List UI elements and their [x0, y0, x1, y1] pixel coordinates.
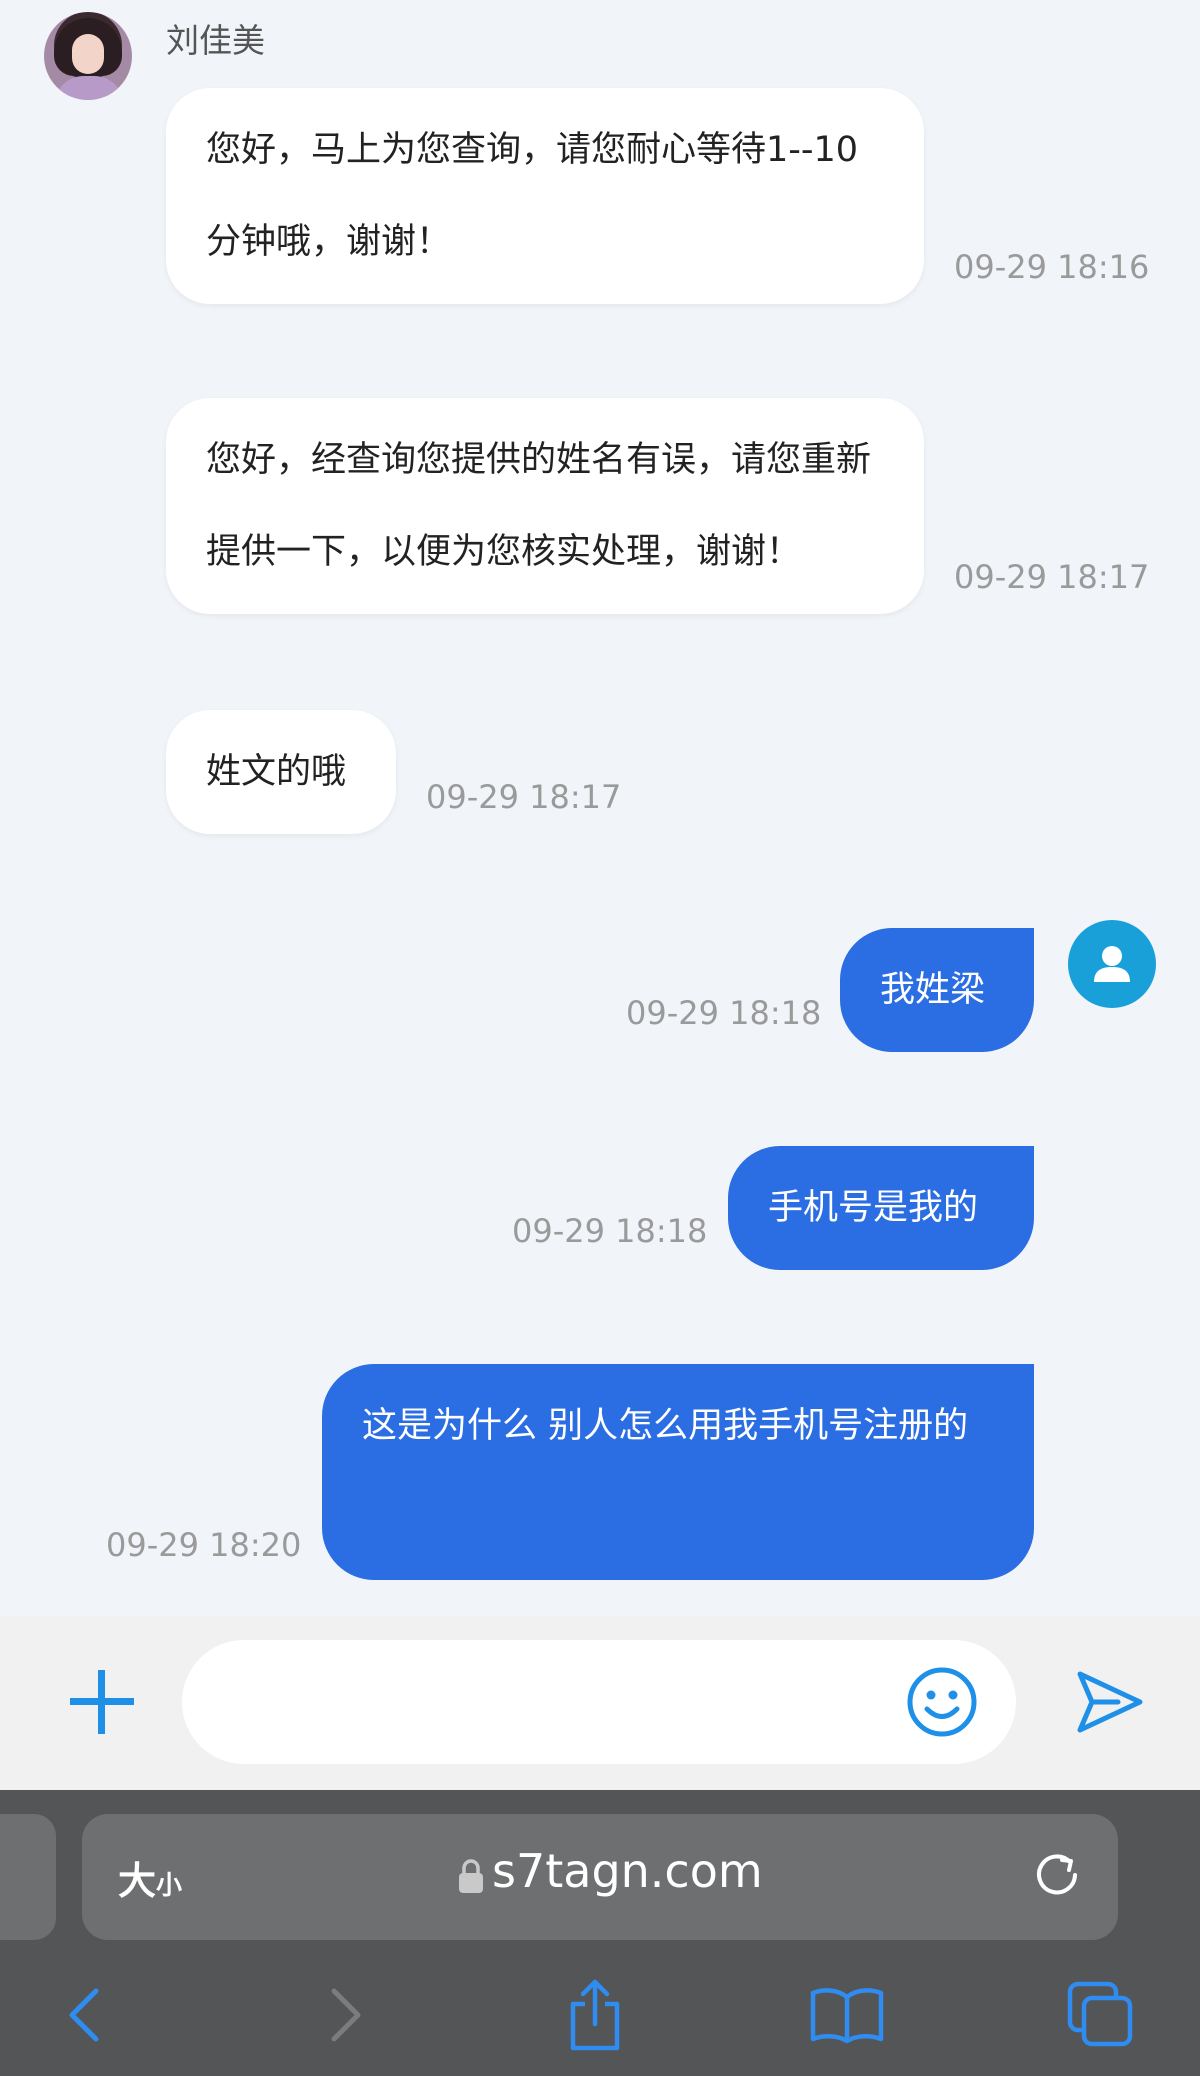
chevron-right-icon — [331, 1988, 361, 2042]
share-button[interactable] — [550, 1970, 640, 2060]
emoji-button[interactable] — [904, 1664, 980, 1740]
message-bubble-incoming[interactable]: 您好，经查询您提供的姓名有误，请您重新提供一下，以便为您核实处理，谢谢！ — [166, 398, 924, 614]
message-bubble-incoming[interactable]: 您好，马上为您查询，请您耐心等待1--10分钟哦，谢谢！ — [166, 88, 924, 304]
send-button[interactable] — [1074, 1666, 1146, 1738]
user-avatar[interactable] — [1068, 920, 1156, 1008]
book-icon — [810, 1988, 884, 2044]
address-bar[interactable]: 大小 s7tagn.com — [82, 1814, 1118, 1940]
bookmarks-button[interactable] — [802, 1970, 892, 2060]
share-icon — [570, 1979, 620, 2051]
message-bubble-outgoing[interactable]: 这是为什么 别人怎么用我手机号注册的 — [322, 1364, 1034, 1580]
add-attachment-button[interactable] — [62, 1662, 142, 1742]
message-timestamp: 09-29 18:16 — [954, 248, 1150, 286]
smiley-icon — [907, 1667, 977, 1737]
message-text: 手机号是我的 — [768, 1188, 979, 1228]
message-text: 您好，马上为您查询，请您耐心等待1--10分钟哦，谢谢！ — [206, 130, 859, 262]
message-timestamp: 09-29 18:18 — [512, 1212, 708, 1250]
person-icon — [1094, 946, 1130, 982]
text-size-label-big: 大 — [118, 1859, 157, 1903]
send-icon — [1077, 1671, 1143, 1733]
message-input[interactable] — [182, 1640, 1016, 1764]
previous-tab-preview[interactable] — [0, 1814, 56, 1940]
message-timestamp: 09-29 18:17 — [954, 558, 1150, 596]
message-timestamp: 09-29 18:18 — [626, 994, 822, 1032]
message-timestamp: 09-29 18:17 — [426, 778, 622, 816]
chevron-left-icon — [69, 1988, 99, 2042]
forward-button[interactable] — [300, 1970, 390, 2060]
agent-avatar[interactable] — [44, 12, 132, 100]
message-composer — [0, 1616, 1200, 1790]
message-text: 姓文的哦 — [206, 752, 347, 792]
browser-toolbar: 大小 s7tagn.com — [0, 1790, 1200, 2076]
message-text: 这是为什么 别人怎么用我手机号注册的 — [362, 1406, 969, 1446]
back-button[interactable] — [40, 1970, 130, 2060]
plus-icon — [70, 1670, 134, 1734]
message-bubble-outgoing[interactable]: 我姓梁 — [840, 928, 1034, 1052]
message-text: 我姓梁 — [880, 970, 986, 1010]
agent-name: 刘佳美 — [166, 21, 265, 60]
tabs-icon — [1067, 1981, 1133, 2047]
lock-icon — [459, 1859, 483, 1893]
message-timestamp: 09-29 18:20 — [106, 1526, 302, 1564]
message-text: 您好，经查询您提供的姓名有误，请您重新提供一下，以便为您核实处理，谢谢！ — [206, 440, 872, 572]
message-bubble-incoming[interactable]: 姓文的哦 — [166, 710, 396, 834]
text-size-button[interactable]: 大小 — [118, 1850, 182, 1905]
message-bubble-outgoing[interactable]: 手机号是我的 — [728, 1146, 1034, 1270]
reload-icon[interactable] — [1030, 1848, 1084, 1902]
tabs-button[interactable] — [1056, 1970, 1146, 2060]
text-size-label-small: 小 — [156, 1871, 183, 1901]
url-text: s7tagn.com — [492, 1844, 763, 1898]
